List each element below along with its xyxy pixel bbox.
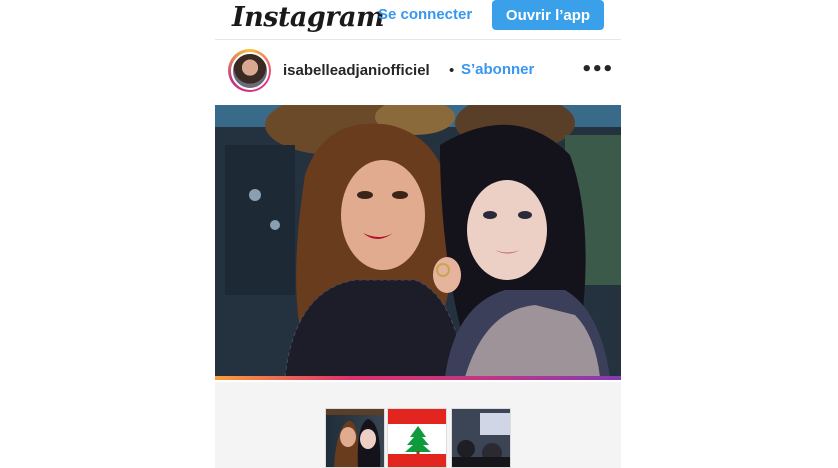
post-photo[interactable] <box>215 105 621 377</box>
more-options-icon[interactable]: ••• <box>581 57 614 81</box>
follow-button[interactable]: S’abonner <box>461 61 534 78</box>
thumbnail-lebanon-flag[interactable] <box>387 408 447 468</box>
avatar[interactable] <box>228 49 271 92</box>
carousel-progress-bar <box>215 376 621 380</box>
instagram-header: Instagram Se connecter Ouvrir l’app <box>215 0 621 40</box>
thumbnail-photo-two-women[interactable] <box>325 408 385 468</box>
instagram-logo[interactable]: Instagram <box>232 2 385 33</box>
thumbnail-art <box>452 409 510 467</box>
thumbnail-art <box>326 409 384 467</box>
separator-dot: • <box>449 62 455 79</box>
login-button[interactable]: Se connecter <box>378 6 472 23</box>
lebanon-flag-icon <box>388 409 446 467</box>
avatar-image <box>230 51 269 90</box>
photo-illustration <box>215 105 621 377</box>
thumbnail-photo-crowd[interactable] <box>451 408 511 468</box>
open-app-button[interactable]: Ouvrir l’app <box>492 0 604 30</box>
carousel-thumbnails <box>215 382 621 468</box>
post-header: isabelleadjaniofficiel • S’abonner ••• <box>215 45 621 97</box>
post-username[interactable]: isabelleadjaniofficiel <box>283 62 430 79</box>
